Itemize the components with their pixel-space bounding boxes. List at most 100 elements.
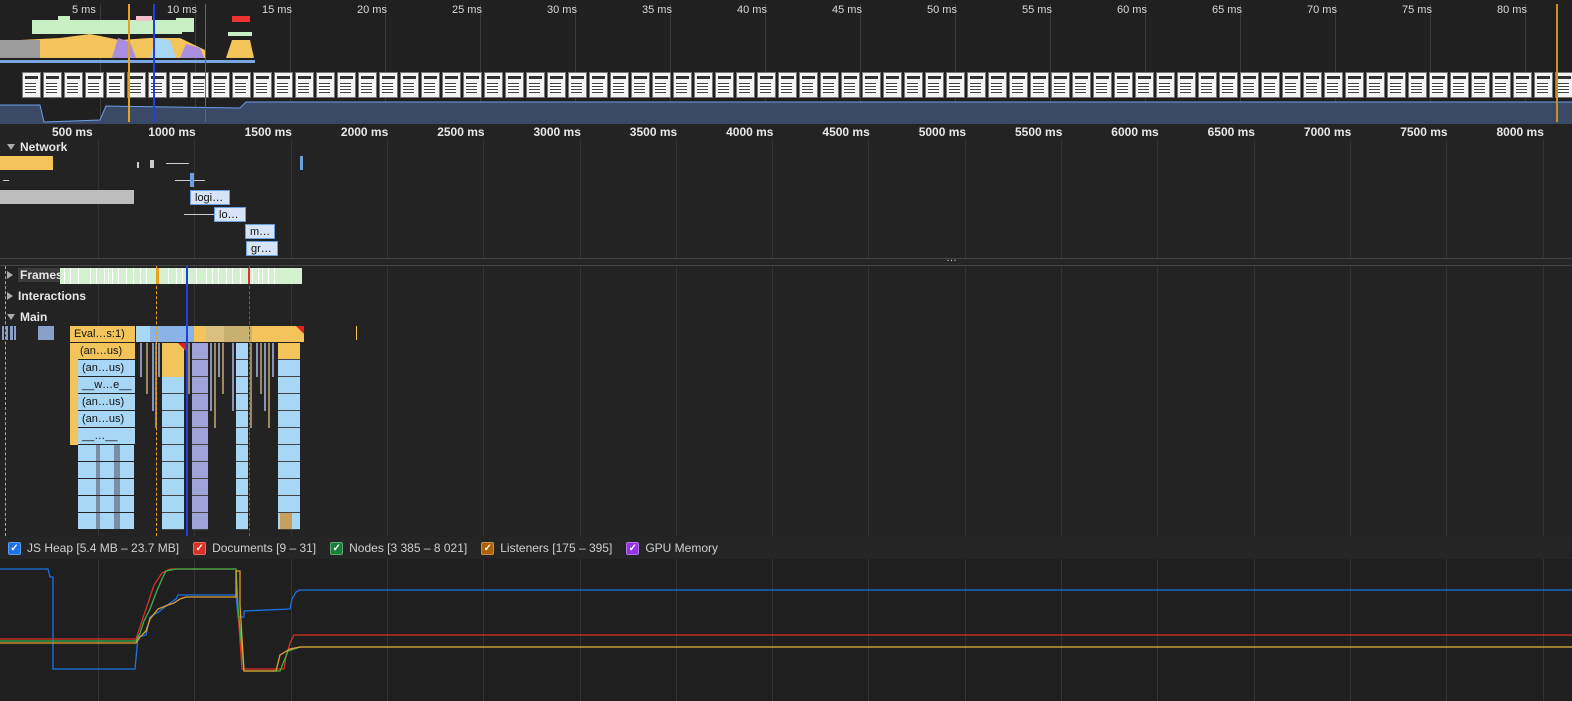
- screenshot-thumbnail[interactable]: [547, 72, 566, 98]
- screenshot-thumbnail[interactable]: [631, 72, 650, 98]
- flame-entry[interactable]: [210, 343, 212, 411]
- flame-entry[interactable]: [252, 326, 278, 342]
- flame-entry[interactable]: [272, 343, 274, 377]
- flame-entry[interactable]: [232, 343, 234, 411]
- flame-entry[interactable]: [278, 479, 300, 496]
- network-request[interactable]: [190, 173, 194, 187]
- flame-entry[interactable]: [96, 513, 100, 529]
- flame-task[interactable]: [2, 326, 4, 340]
- screenshot-thumbnail[interactable]: [1492, 72, 1511, 98]
- collapse-triangle-icon[interactable]: [7, 314, 15, 320]
- flame-entry-function[interactable]: (an…us): [78, 394, 136, 410]
- flame-entry[interactable]: [278, 496, 300, 513]
- screenshot-thumbnail[interactable]: [1261, 72, 1280, 98]
- flame-entry[interactable]: [222, 343, 224, 394]
- flame-entry[interactable]: [162, 445, 184, 462]
- flame-entry[interactable]: [96, 462, 100, 478]
- flame-entry[interactable]: [152, 343, 154, 411]
- screenshot-thumbnail[interactable]: [421, 72, 440, 98]
- flame-entry[interactable]: [162, 377, 184, 394]
- flame-entry[interactable]: [236, 513, 248, 530]
- screenshot-thumbnail[interactable]: [694, 72, 713, 98]
- screenshot-thumbnail[interactable]: [757, 72, 776, 98]
- screenshot-thumbnail[interactable]: [652, 72, 671, 98]
- flame-entry[interactable]: [162, 513, 184, 530]
- flame-entry-function[interactable]: __w…e__: [78, 377, 136, 393]
- flame-entry[interactable]: [192, 394, 208, 411]
- flame-entry[interactable]: [206, 326, 224, 342]
- flame-entry[interactable]: [140, 343, 142, 377]
- listeners-checkbox[interactable]: ✓ Listeners [175 – 395]: [481, 541, 612, 555]
- screenshot-thumbnail[interactable]: [526, 72, 545, 98]
- network-request[interactable]: [0, 190, 134, 204]
- flame-entry[interactable]: [78, 479, 134, 495]
- screenshot-thumbnail[interactable]: [232, 72, 251, 98]
- flame-task[interactable]: [10, 326, 13, 340]
- screenshot-thumbnail[interactable]: [1177, 72, 1196, 98]
- screenshot-thumbnail[interactable]: [589, 72, 608, 98]
- frames-track-header[interactable]: Frames: [0, 266, 65, 284]
- flame-entry[interactable]: [236, 360, 248, 377]
- flame-entry[interactable]: [278, 360, 300, 377]
- screenshot-thumbnail[interactable]: [169, 72, 188, 98]
- flame-entry[interactable]: [192, 496, 208, 513]
- screenshot-thumbnail[interactable]: [463, 72, 482, 98]
- flame-entry[interactable]: [218, 343, 220, 377]
- screenshot-thumbnail[interactable]: [1030, 72, 1049, 98]
- screenshot-thumbnail[interactable]: [484, 72, 503, 98]
- flame-entry[interactable]: [78, 513, 134, 529]
- flame-entry[interactable]: [188, 343, 190, 394]
- network-track-header[interactable]: Network: [0, 138, 67, 156]
- flame-entry[interactable]: [224, 326, 252, 342]
- flame-entry[interactable]: [236, 377, 248, 394]
- flame-entry[interactable]: [236, 479, 248, 496]
- screenshot-thumbnail[interactable]: [1051, 72, 1070, 98]
- screenshot-thumbnail[interactable]: [211, 72, 230, 98]
- split-resizer[interactable]: …: [0, 252, 1572, 266]
- screenshot-thumbnail[interactable]: [1324, 72, 1343, 98]
- screenshot-thumbnail[interactable]: [967, 72, 986, 98]
- flame-entry[interactable]: [162, 394, 184, 411]
- screenshot-thumbnail[interactable]: [1366, 72, 1385, 98]
- screenshot-thumbnail[interactable]: [1534, 72, 1553, 98]
- flame-entry[interactable]: [96, 479, 100, 495]
- screenshot-thumbnail[interactable]: [253, 72, 272, 98]
- expand-triangle-icon[interactable]: [7, 271, 13, 279]
- flame-entry[interactable]: [192, 377, 208, 394]
- flame-entry[interactable]: [236, 445, 248, 462]
- flame-entry[interactable]: [278, 343, 300, 359]
- screenshot-thumbnail[interactable]: [400, 72, 419, 98]
- screenshot-thumbnail[interactable]: [1408, 72, 1427, 98]
- screenshot-thumbnail[interactable]: [1471, 72, 1490, 98]
- flame-entry[interactable]: [114, 496, 120, 512]
- flame-entry[interactable]: [256, 343, 258, 377]
- flame-entry-function[interactable]: __…__: [78, 428, 136, 444]
- flame-entry[interactable]: [278, 445, 300, 462]
- screenshot-thumbnail[interactable]: [1450, 72, 1469, 98]
- documents-checkbox[interactable]: ✓ Documents [9 – 31]: [193, 541, 316, 555]
- screenshot-thumbnail[interactable]: [799, 72, 818, 98]
- flame-entry[interactable]: [236, 394, 248, 411]
- flame-entry-function[interactable]: (an…us): [78, 360, 136, 376]
- js-heap-checkbox[interactable]: ✓ JS Heap [5.4 MB – 23.7 MB]: [8, 541, 179, 555]
- screenshot-thumbnail[interactable]: [610, 72, 629, 98]
- screenshot-thumbnail[interactable]: [778, 72, 797, 98]
- screenshot-thumbnail[interactable]: [1093, 72, 1112, 98]
- flame-entry[interactable]: [192, 360, 208, 377]
- screenshot-thumbnail[interactable]: [505, 72, 524, 98]
- flame-entry[interactable]: [264, 343, 266, 411]
- flame-entry[interactable]: [78, 496, 134, 512]
- flame-entry[interactable]: [236, 462, 248, 479]
- flame-task[interactable]: [6, 326, 8, 340]
- screenshot-thumbnail[interactable]: [148, 72, 167, 98]
- flame-task[interactable]: [38, 326, 54, 340]
- flame-entry[interactable]: [162, 428, 184, 445]
- flame-entry[interactable]: [192, 445, 208, 462]
- flame-entry-function[interactable]: (an…us): [78, 411, 136, 427]
- flame-task[interactable]: [14, 326, 16, 340]
- screenshot-thumbnail[interactable]: [85, 72, 104, 98]
- screenshot-thumbnail[interactable]: [337, 72, 356, 98]
- flame-entry[interactable]: [162, 479, 184, 496]
- screenshot-thumbnail[interactable]: [1219, 72, 1238, 98]
- collapse-triangle-icon[interactable]: [7, 144, 15, 150]
